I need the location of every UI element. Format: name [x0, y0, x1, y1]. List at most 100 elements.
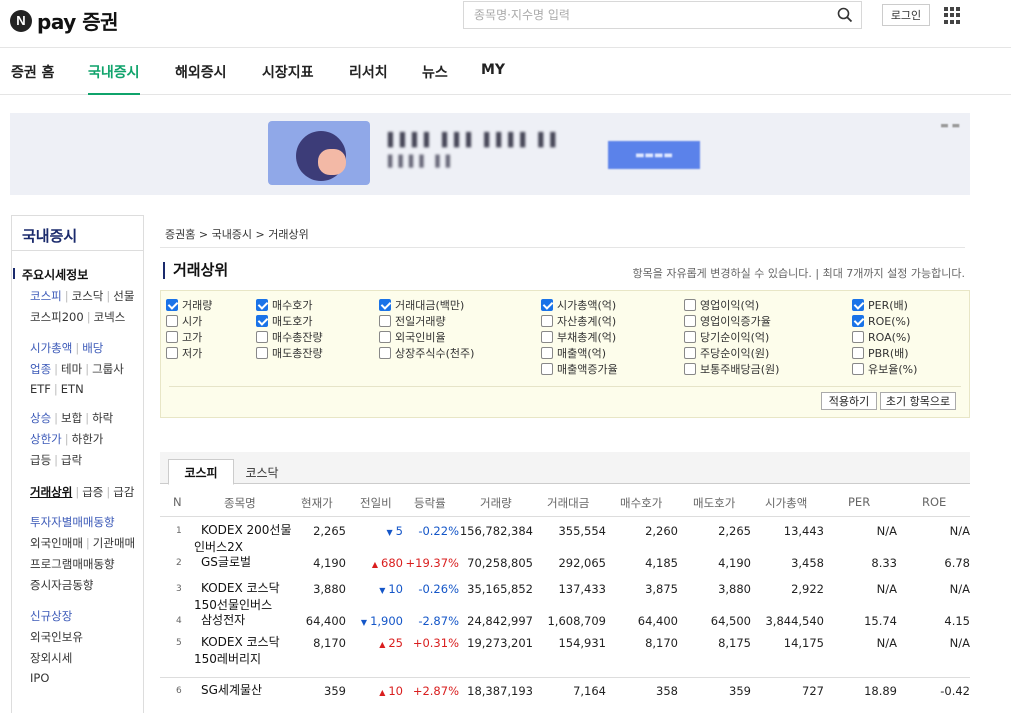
checkbox[interactable]	[852, 299, 864, 311]
sidebar-link[interactable]: ETN	[61, 382, 84, 396]
checkbox[interactable]	[379, 331, 391, 343]
option-시가[interactable]: 시가	[166, 314, 202, 328]
option-매수총잔량[interactable]: 매수총잔량	[256, 330, 323, 344]
option-매출액증가율[interactable]: 매출액증가율	[541, 362, 618, 376]
checkbox[interactable]	[541, 331, 553, 343]
option-매출액(억)[interactable]: 매출액(억)	[541, 346, 606, 360]
checkbox[interactable]	[166, 315, 178, 327]
sidebar-link[interactable]: 투자자별매매동향	[30, 515, 115, 529]
option-영업이익(억)[interactable]: 영업이익(억)	[684, 298, 759, 312]
column-header[interactable]: 매도호가	[693, 495, 735, 511]
option-매수호가[interactable]: 매수호가	[256, 298, 312, 312]
column-header[interactable]: ROE	[922, 495, 946, 509]
nav-news[interactable]: 뉴스	[422, 62, 448, 95]
checkbox[interactable]	[852, 363, 864, 375]
column-header[interactable]: N	[173, 495, 182, 509]
sidebar-link[interactable]: 급락	[61, 453, 82, 467]
nav-overseas[interactable]: 해외증시	[175, 62, 227, 95]
sidebar-link[interactable]: 외국인매매	[30, 536, 83, 550]
option-주당순이익(원)[interactable]: 주당순이익(원)	[684, 346, 769, 360]
sidebar-link[interactable]: 업종	[30, 362, 51, 376]
sidebar-link[interactable]: 보합	[61, 411, 82, 425]
sidebar-link[interactable]: 그룹사	[92, 362, 124, 376]
column-header[interactable]: 시가총액	[765, 495, 807, 511]
checkbox[interactable]	[852, 315, 864, 327]
option-시가총액(억)[interactable]: 시가총액(억)	[541, 298, 616, 312]
checkbox[interactable]	[541, 363, 553, 375]
sidebar-link[interactable]: 코스피200	[30, 310, 84, 324]
sidebar-link[interactable]: 급증	[82, 485, 103, 499]
sidebar-link[interactable]: 기관매매	[93, 536, 135, 550]
checkbox[interactable]	[166, 347, 178, 359]
checkbox[interactable]	[256, 347, 268, 359]
option-ROA(%)[interactable]: ROA(%)	[852, 330, 911, 344]
tab-kospi[interactable]: 코스피	[168, 459, 234, 485]
option-부채총계(억)[interactable]: 부채총계(억)	[541, 330, 616, 344]
apply-button[interactable]: 적용하기	[821, 392, 877, 410]
option-유보율(%)[interactable]: 유보율(%)	[852, 362, 917, 376]
sidebar-link[interactable]: 테마	[61, 362, 82, 376]
stock-name-link[interactable]: KODEX 200선물 인버스2X	[194, 522, 292, 556]
option-당기순이익(억)[interactable]: 당기순이익(억)	[684, 330, 769, 344]
sidebar-link[interactable]: 코넥스	[94, 310, 126, 324]
sidebar-link[interactable]: 하한가	[72, 432, 104, 446]
option-외국인비율[interactable]: 외국인비율	[379, 330, 446, 344]
stock-name-link[interactable]: 삼성전자	[194, 612, 245, 629]
sidebar-link[interactable]: 상한가	[30, 432, 62, 446]
reset-button[interactable]: 초기 항목으로	[880, 392, 956, 410]
tab-kosdaq[interactable]: 코스닥	[234, 459, 290, 485]
nav-market-index[interactable]: 시장지표	[262, 62, 314, 95]
stock-name-link[interactable]: KODEX 코스닥 150선물인버스	[194, 580, 280, 614]
column-header[interactable]: 전일비	[360, 495, 392, 511]
sidebar-link[interactable]: 코스피	[30, 289, 62, 303]
ad-cta-button[interactable]: ▬▬▬▬	[608, 141, 700, 169]
sidebar-link[interactable]: ETF	[30, 382, 51, 396]
sidebar-link[interactable]: 프로그램매매동향	[30, 557, 115, 571]
option-매도호가[interactable]: 매도호가	[256, 314, 312, 328]
nav-research[interactable]: 리서치	[349, 62, 388, 95]
checkbox[interactable]	[166, 299, 178, 311]
sidebar-link[interactable]: 선물	[113, 289, 134, 303]
checkbox[interactable]	[684, 363, 696, 375]
checkbox[interactable]	[541, 315, 553, 327]
stock-name-link[interactable]: SG세계물산	[194, 682, 262, 699]
naver-pay-logo[interactable]: N pay 증권	[10, 6, 119, 35]
sidebar-link[interactable]: 증시자금동향	[30, 578, 93, 592]
column-header[interactable]: 현재가	[301, 495, 333, 511]
sidebar-link[interactable]: 장외시세	[30, 651, 72, 665]
checkbox[interactable]	[256, 331, 268, 343]
checkbox[interactable]	[541, 299, 553, 311]
option-ROE(%)[interactable]: ROE(%)	[852, 314, 910, 328]
option-보통주배당금(원)[interactable]: 보통주배당금(원)	[684, 362, 779, 376]
table-row[interactable]: 6 SG세계물산 359 ▲ 10 +2.87% 18,387,193 7,164 358 359…	[160, 682, 970, 713]
sidebar-link[interactable]: 급감	[113, 485, 134, 499]
checkbox[interactable]	[684, 331, 696, 343]
checkbox[interactable]	[684, 299, 696, 311]
checkbox[interactable]	[379, 315, 391, 327]
sidebar-link[interactable]: IPO	[30, 671, 49, 685]
option-자산총계(억)[interactable]: 자산총계(억)	[541, 314, 616, 328]
stock-name-link[interactable]: GS글로벌	[194, 554, 251, 571]
nav-my[interactable]: MY	[481, 62, 505, 95]
checkbox[interactable]	[256, 299, 268, 311]
sidebar-link[interactable]: 급등	[30, 453, 51, 467]
sidebar-link[interactable]: 신규상장	[30, 609, 72, 623]
table-row[interactable]: 5 KODEX 코스닥 150레버리지 8,170 ▲ 25 +0.31% 19,273,20…	[160, 634, 970, 676]
nav-domestic[interactable]: 국내증시	[88, 62, 140, 95]
checkbox[interactable]	[541, 347, 553, 359]
ad-banner[interactable]: ▌▌▌▌ ▌▌▌ ▌▌▌▌ ▌▌ ▌▌▌▌ ▌▌ ▬▬▬▬ ▬ ▬	[10, 113, 970, 195]
column-header[interactable]: 거래량	[480, 495, 512, 511]
checkbox[interactable]	[256, 315, 268, 327]
option-전일거래량[interactable]: 전일거래량	[379, 314, 446, 328]
option-매도총잔량[interactable]: 매도총잔량	[256, 346, 323, 360]
stock-name-link[interactable]: KODEX 코스닥 150레버리지	[194, 634, 280, 668]
nav-stock-home[interactable]: 증권 홈	[11, 62, 55, 95]
checkbox[interactable]	[852, 331, 864, 343]
sidebar-link[interactable]: 시가총액	[30, 341, 72, 355]
login-button[interactable]: 로그인	[882, 4, 930, 26]
sidebar-link[interactable]: 하락	[92, 411, 113, 425]
option-거래량[interactable]: 거래량	[166, 298, 212, 312]
sidebar-link[interactable]: 거래상위	[30, 485, 72, 499]
checkbox[interactable]	[379, 347, 391, 359]
sidebar-link[interactable]: 외국인보유	[30, 630, 83, 644]
